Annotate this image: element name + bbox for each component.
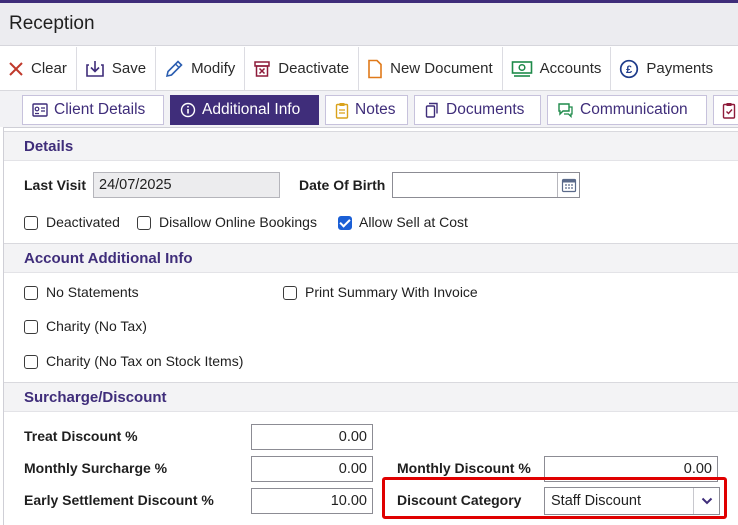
tab-additional-info-label: Additional Info (202, 101, 301, 118)
allow-sell-at-cost-checkbox[interactable] (338, 216, 352, 230)
surcharge-section-header: Surcharge/Discount (4, 382, 738, 412)
tab-communication-label: Communication (580, 101, 688, 118)
document-icon (368, 59, 382, 78)
tab-notes[interactable]: Notes (325, 95, 408, 125)
charity-stock-label: Charity (No Tax on Stock Items) (46, 353, 244, 369)
print-summary-label: Print Summary With Invoice (305, 284, 478, 300)
accounts-icon (511, 60, 532, 77)
payments-icon: £ (620, 59, 639, 78)
treat-discount-label: Treat Discount % (24, 428, 138, 444)
monthly-discount-value: 0.00 (683, 461, 712, 477)
tab-documents-label: Documents (446, 101, 525, 118)
treat-discount-value: 0.00 (338, 429, 367, 445)
window-title: Reception (9, 13, 95, 34)
early-settlement-field[interactable]: 10.00 (251, 488, 373, 514)
additional-info-panel: Details Last Visit 24/07/2025 Date Of Bi… (3, 127, 738, 525)
modify-label: Modify (191, 60, 236, 77)
print-summary-checkbox[interactable] (283, 286, 297, 300)
info-icon (180, 102, 196, 118)
tab-overflow[interactable] (713, 95, 738, 125)
id-card-icon (32, 103, 48, 117)
clear-button[interactable]: Clear (0, 47, 77, 90)
deactivate-icon (254, 60, 270, 77)
discount-category-highlight (382, 477, 727, 519)
payments-label: Payments (646, 60, 714, 77)
new-document-label: New Document (390, 60, 493, 77)
disallow-online-bookings-label: Disallow Online Bookings (159, 214, 317, 230)
tab-communication[interactable]: Communication (547, 95, 707, 125)
save-icon (86, 60, 104, 77)
last-visit-value: 24/07/2025 (99, 177, 172, 193)
tab-client-details[interactable]: Client Details (22, 95, 164, 125)
monthly-surcharge-value: 0.00 (338, 461, 367, 477)
account-info-heading: Account Additional Info (24, 250, 193, 267)
monthly-surcharge-field[interactable]: 0.00 (251, 456, 373, 482)
tab-documents[interactable]: Documents (414, 95, 541, 125)
deactivate-label: Deactivate (278, 60, 350, 77)
modify-button[interactable]: Modify (156, 47, 246, 90)
early-settlement-label: Early Settlement Discount % (24, 492, 214, 508)
deactivate-button[interactable]: Deactivate (245, 47, 360, 90)
monthly-surcharge-label: Monthly Surcharge % (24, 460, 168, 476)
no-statements-checkbox[interactable] (24, 286, 38, 300)
tab-client-details-label: Client Details (54, 101, 146, 118)
dob-field[interactable] (392, 172, 580, 198)
details-section-header: Details (4, 131, 738, 161)
last-visit-label: Last Visit (24, 177, 86, 193)
tab-bar: Client Details Additional Info Notes Doc… (0, 91, 738, 127)
dob-label: Date Of Birth (299, 177, 386, 193)
tab-notes-label: Notes (355, 101, 396, 118)
title-bar: Reception (0, 3, 738, 46)
chat-icon (558, 103, 573, 118)
save-label: Save (111, 60, 147, 77)
deactivated-label: Deactivated (46, 214, 120, 230)
treat-discount-field[interactable]: 0.00 (251, 424, 373, 450)
deactivated-checkbox[interactable] (24, 216, 38, 230)
no-statements-label: No Statements (46, 284, 139, 300)
surcharge-heading: Surcharge/Discount (24, 389, 167, 406)
charity-label: Charity (No Tax) (46, 318, 147, 334)
clear-label: Clear (31, 60, 67, 77)
accounts-label: Accounts (539, 60, 602, 77)
notes-icon (335, 102, 349, 119)
calendar-icon (561, 178, 576, 193)
toolbar: Clear Save Modify Deactivate New Documen… (0, 47, 738, 91)
svg-text:£: £ (626, 64, 632, 76)
accounts-button[interactable]: Accounts (503, 47, 612, 90)
edit-icon (166, 59, 183, 77)
clipboard-icon (722, 102, 736, 119)
account-info-section-header: Account Additional Info (4, 243, 738, 273)
allow-sell-at-cost-label: Allow Sell at Cost (359, 214, 468, 230)
charity-checkbox[interactable] (24, 320, 38, 334)
save-button[interactable]: Save (77, 47, 157, 90)
charity-stock-checkbox[interactable] (24, 355, 38, 369)
documents-icon (425, 102, 438, 118)
last-visit-field[interactable]: 24/07/2025 (93, 172, 280, 198)
disallow-online-bookings-checkbox[interactable] (137, 216, 151, 230)
calendar-button[interactable] (557, 173, 579, 197)
tab-additional-info[interactable]: Additional Info (170, 95, 319, 125)
new-document-button[interactable]: New Document (359, 47, 503, 90)
payments-button[interactable]: £ Payments (611, 47, 722, 90)
close-icon (9, 61, 23, 76)
monthly-discount-label: Monthly Discount % (397, 460, 531, 476)
early-settlement-value: 10.00 (330, 493, 367, 509)
details-heading: Details (24, 138, 74, 155)
